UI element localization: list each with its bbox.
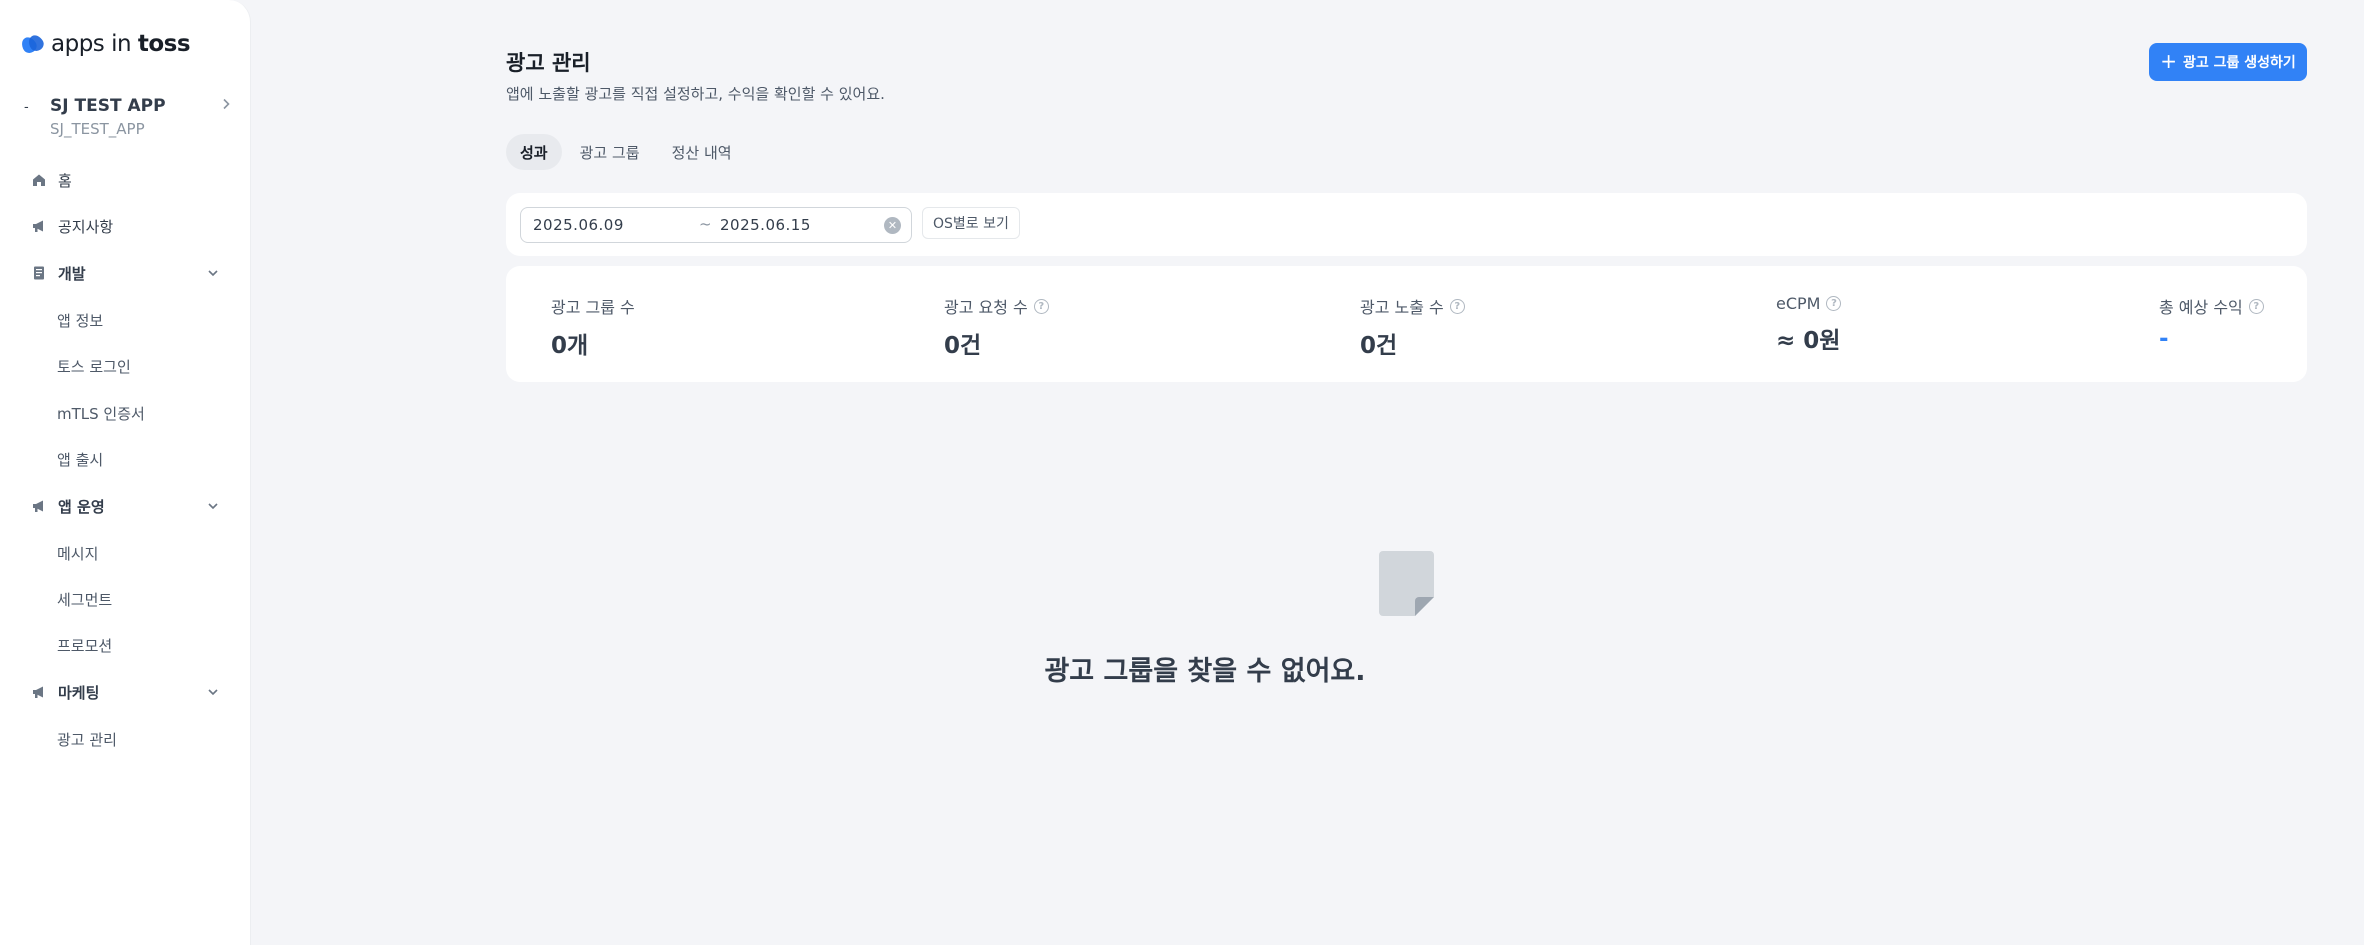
- empty-state-message: 광고 그룹을 찾을 수 없어요.: [1044, 656, 1366, 687]
- apps-in-toss-logo[interactable]: apps in toss: [18, 31, 191, 57]
- stat-expected-revenue: 총 예상 수익? -: [2159, 294, 2264, 352]
- tab-ad-groups[interactable]: 광고 그룹: [566, 134, 654, 170]
- stat-value: -: [2159, 326, 2169, 352]
- sidebar-item-segment[interactable]: 세그먼트: [57, 585, 112, 613]
- date-range-picker[interactable]: 2025.06.09 ~ 2025.06.15 ✕: [520, 207, 912, 243]
- sidebar-item-dev[interactable]: 개발: [30, 259, 86, 287]
- sidebar-item-notice[interactable]: 공지사항: [30, 212, 113, 240]
- clear-icon[interactable]: ✕: [884, 217, 901, 234]
- help-icon[interactable]: ?: [1826, 296, 1842, 311]
- page-subtitle: 앱에 노출할 광고를 직접 설정하고, 수익을 확인할 수 있어요.: [506, 85, 885, 103]
- stat-value: 0건: [944, 333, 982, 359]
- stats-card: 광고 그룹 수 0개 광고 요청 수? 0건 광고 노출 수? 0건 eCPM?…: [506, 266, 2307, 382]
- document-icon: [30, 264, 48, 282]
- stat-ad-impressions: 광고 노출 수? 0건: [1360, 294, 1465, 360]
- empty-document-icon: [1379, 551, 1434, 616]
- stat-value: 0개: [551, 333, 589, 359]
- chevron-down-icon[interactable]: [206, 266, 220, 280]
- stat-label: eCPM?: [1776, 294, 1842, 313]
- sidebar-item-home[interactable]: 홈: [30, 166, 72, 194]
- empty-state: 광고 그룹을 찾을 수 없어요.: [0, 649, 2364, 688]
- sidebar-item-app-release[interactable]: 앱 출시: [57, 445, 103, 473]
- sidebar-item-app-info[interactable]: 앱 정보: [57, 306, 103, 334]
- chevron-down-icon[interactable]: [206, 499, 220, 513]
- app-icon: -: [24, 100, 29, 115]
- chevron-right-icon: [223, 98, 230, 110]
- sidebar-item-toss-login[interactable]: 토스 로그인: [57, 352, 131, 380]
- page-title: 광고 관리: [506, 51, 591, 75]
- date-to[interactable]: 2025.06.15: [720, 216, 811, 234]
- logo-text: apps in toss: [51, 31, 191, 57]
- megaphone-icon: [30, 497, 48, 515]
- stat-label: 광고 노출 수?: [1360, 294, 1465, 318]
- help-icon[interactable]: ?: [2248, 298, 2264, 314]
- sidebar-item-ops[interactable]: 앱 운영: [30, 492, 105, 520]
- stat-ecpm: eCPM? ≈ 0원: [1776, 294, 1842, 355]
- megaphone-icon: [30, 217, 48, 235]
- stat-value: ≈ 0원: [1776, 328, 1841, 354]
- help-icon[interactable]: ?: [1033, 298, 1049, 314]
- sidebar-item-mtls[interactable]: mTLS 인증서: [57, 399, 145, 427]
- date-from[interactable]: 2025.06.09: [533, 216, 624, 234]
- create-ad-group-button[interactable]: + 광고 그룹 생성하기: [2149, 43, 2307, 81]
- sidebar-item-label: 앱 운영: [58, 497, 105, 516]
- app-switcher[interactable]: - SJ TEST APP SJ_TEST_APP: [22, 92, 232, 142]
- sidebar-item-message[interactable]: 메시지: [57, 539, 98, 567]
- stat-label: 광고 그룹 수: [551, 298, 635, 317]
- tab-settlement[interactable]: 정산 내역: [658, 134, 746, 170]
- app-id: SJ_TEST_APP: [50, 120, 145, 138]
- create-ad-group-label: 광고 그룹 생성하기: [2182, 55, 2296, 71]
- filter-bar: 2025.06.09 ~ 2025.06.15 ✕ OS별로 보기: [506, 193, 2307, 256]
- tab-performance[interactable]: 성과: [506, 134, 562, 170]
- date-separator: ~: [699, 215, 712, 233]
- stat-ad-group-count: 광고 그룹 수 0개: [551, 294, 635, 360]
- sidebar-item-label: 홈: [58, 171, 72, 190]
- home-icon: [30, 171, 48, 189]
- plus-icon: +: [2160, 49, 2177, 73]
- app-name: SJ TEST APP: [50, 96, 166, 116]
- help-icon[interactable]: ?: [1449, 298, 1465, 314]
- stat-label: 총 예상 수익?: [2159, 294, 2264, 318]
- sidebar-item-label: 개발: [58, 264, 86, 283]
- sidebar-item-ad-management[interactable]: 광고 관리: [57, 725, 117, 753]
- stat-label: 광고 요청 수?: [944, 294, 1049, 318]
- stat-value: 0건: [1360, 333, 1398, 359]
- os-view-button[interactable]: OS별로 보기: [922, 207, 1020, 239]
- tab-bar: 성과 광고 그룹 정산 내역: [506, 134, 746, 170]
- sidebar-item-label: 공지사항: [58, 217, 114, 236]
- stat-ad-requests: 광고 요청 수? 0건: [944, 294, 1049, 360]
- toss-logo-icon: [18, 32, 47, 56]
- sidebar: apps in toss - SJ TEST APP SJ_TEST_APP 홈…: [0, 0, 251, 945]
